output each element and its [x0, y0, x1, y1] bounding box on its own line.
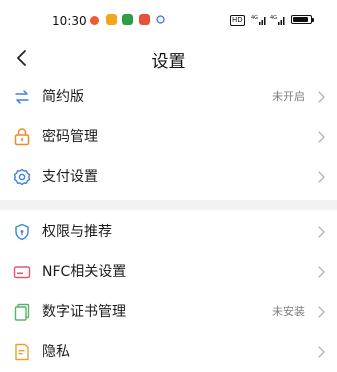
- settings-item-label: 隐私: [42, 344, 70, 360]
- settings-item-label: 密码管理: [42, 129, 98, 145]
- notification-icon: [122, 14, 133, 25]
- settings-item-value: 未开启: [272, 90, 305, 103]
- signal-icon: 4G: [270, 15, 285, 25]
- svg-text:4G: 4G: [251, 15, 258, 21]
- svg-text:4G: 4G: [270, 15, 277, 21]
- chevron-right-icon: [318, 346, 325, 358]
- nav-header: 设置: [0, 40, 337, 76]
- chevron-right-icon: [318, 306, 325, 318]
- settings-item-payment[interactable]: 支付设置: [0, 157, 337, 197]
- settings-item-label: NFC相关设置: [42, 264, 127, 280]
- chevron-right-icon: [318, 171, 325, 183]
- settings-item-nfc[interactable]: NFC相关设置: [0, 252, 337, 292]
- hd-badge: HD: [230, 15, 245, 26]
- notification-icon: [139, 14, 150, 25]
- gear-icon: [13, 168, 31, 186]
- chevron-right-icon: [318, 266, 325, 278]
- swap-arrows-icon: [15, 90, 29, 104]
- settings-item-label: 简约版: [42, 89, 84, 105]
- nfc-card-icon: [13, 266, 31, 279]
- battery-icon: [291, 15, 314, 24]
- chevron-right-icon: [318, 226, 325, 238]
- certificate-icon: [14, 303, 30, 321]
- settings-item-label: 数字证书管理: [42, 304, 126, 320]
- notification-icon: [156, 15, 165, 24]
- settings-item-label: 权限与推荐: [42, 224, 112, 240]
- signal-icon: 4G: [251, 15, 266, 25]
- settings-item-value: 未安装: [272, 305, 305, 318]
- settings-item-permissions[interactable]: 权限与推荐: [0, 212, 337, 252]
- section-separator: [0, 200, 337, 210]
- settings-item-password[interactable]: 密码管理: [0, 117, 337, 157]
- notification-icon: [90, 16, 99, 25]
- page-title: 设置: [151, 52, 186, 72]
- notification-icon: [106, 14, 117, 25]
- settings-item-privacy[interactable]: 隐私: [0, 332, 337, 372]
- status-time: 10:30: [52, 14, 87, 28]
- settings-item-label: 支付设置: [42, 169, 98, 185]
- shield-icon: [15, 223, 29, 241]
- chevron-right-icon: [318, 131, 325, 143]
- chevron-right-icon: [318, 91, 325, 103]
- status-bar: 10:30 HD 4G 4G: [0, 0, 337, 40]
- settings-item-certificate[interactable]: 数字证书管理 未安装: [0, 292, 337, 332]
- settings-item-simple-mode[interactable]: 简约版 未开启: [0, 77, 337, 117]
- privacy-doc-icon: [15, 343, 29, 361]
- lock-icon: [14, 128, 30, 146]
